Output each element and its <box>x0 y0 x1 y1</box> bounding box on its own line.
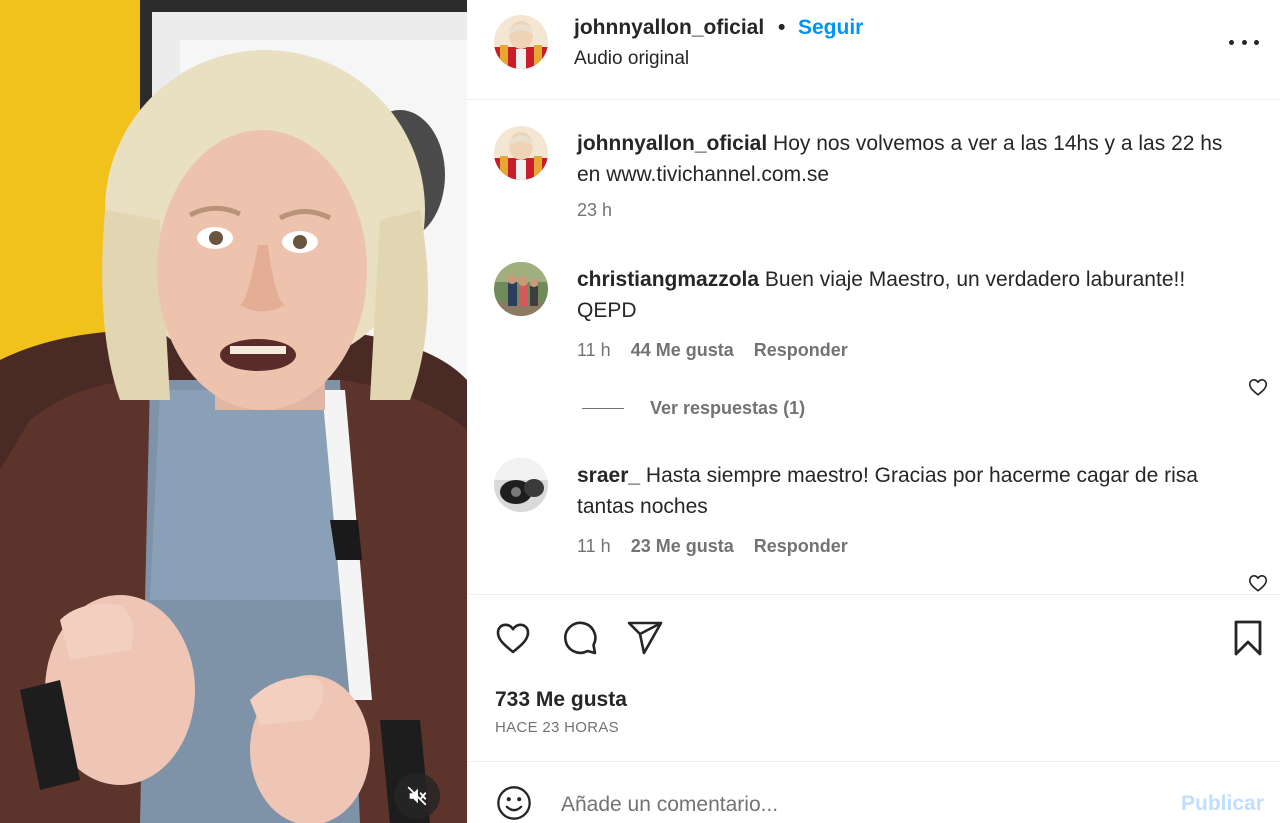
comment-meta: 11 h 23 Me gusta Responder <box>577 536 848 557</box>
speaker-muted-icon <box>407 786 427 806</box>
more-dot <box>1241 39 1247 45</box>
share-icon[interactable] <box>625 618 665 658</box>
post-details-panel: johnnyallon_oficial • Seguir Audio origi… <box>467 0 1280 823</box>
comments-list[interactable]: johnnyallon_oficial Hoy nos volvemos a v… <box>467 100 1280 595</box>
comment-text: christiangmazzola Buen viaje Maestro, un… <box>577 264 1237 326</box>
post-header: johnnyallon_oficial • Seguir Audio origi… <box>467 0 1280 100</box>
comment-time[interactable]: 11 h <box>577 340 611 361</box>
author-username-link[interactable]: johnnyallon_oficial <box>574 16 764 40</box>
replies-divider-line <box>582 408 624 409</box>
post-likes-count[interactable]: 733 Me gusta <box>495 688 627 712</box>
caption-text: johnnyallon_oficial Hoy nos volvemos a v… <box>577 128 1237 190</box>
comment-body: Hasta siempre maestro! Gracias por hacer… <box>577 464 1198 518</box>
post-date[interactable]: HACE 23 HORAS <box>495 719 619 736</box>
commenter-avatar[interactable] <box>494 458 548 512</box>
comment-icon[interactable] <box>560 618 600 658</box>
commenter-avatar[interactable] <box>494 262 548 316</box>
more-dot <box>1254 39 1259 45</box>
reply-button[interactable]: Responder <box>754 536 848 557</box>
author-avatar[interactable] <box>494 15 548 69</box>
follow-button[interactable]: Seguir <box>798 16 863 40</box>
comment-time[interactable]: 11 h <box>577 536 611 557</box>
view-replies-button[interactable]: Ver respuestas (1) <box>582 398 805 419</box>
view-replies-label: Ver respuestas (1) <box>650 398 806 418</box>
comment-meta: 11 h 44 Me gusta Responder <box>577 340 848 361</box>
caption-avatar[interactable] <box>494 126 548 180</box>
comment-composer: Publicar <box>467 761 1280 823</box>
comment-likes-count[interactable]: 44 Me gusta <box>631 340 734 361</box>
emoji-icon[interactable] <box>495 784 533 822</box>
mute-toggle-button[interactable] <box>394 773 440 819</box>
instagram-post-view: johnnyallon_oficial • Seguir Audio origi… <box>0 0 1280 823</box>
more-dot <box>1229 39 1234 45</box>
bookmark-icon[interactable] <box>1228 618 1268 658</box>
post-video[interactable] <box>0 0 467 823</box>
comment-text: sraer_ Hasta siempre maestro! Gracias po… <box>577 460 1237 522</box>
caption-username-link[interactable]: johnnyallon_oficial <box>577 132 767 155</box>
post-actions-bar <box>467 596 1280 680</box>
commenter-username-link[interactable]: sraer_ <box>577 464 640 487</box>
commenter-username-link[interactable]: christiangmazzola <box>577 268 759 291</box>
reply-button[interactable]: Responder <box>754 340 848 361</box>
video-frame <box>0 0 467 823</box>
audio-link[interactable]: Audio original <box>574 48 689 70</box>
comment-like-heart-icon[interactable] <box>1247 376 1269 398</box>
caption-meta: 23 h <box>577 200 612 221</box>
publish-button[interactable]: Publicar <box>1181 792 1264 816</box>
caption-time[interactable]: 23 h <box>577 200 612 221</box>
comment-like-heart-icon[interactable] <box>1247 572 1269 594</box>
heart-icon[interactable] <box>493 618 533 658</box>
comment-input[interactable] <box>561 788 1141 822</box>
more-options-icon[interactable] <box>1229 36 1259 48</box>
header-separator: • <box>778 16 786 39</box>
comment-likes-count[interactable]: 23 Me gusta <box>631 536 734 557</box>
